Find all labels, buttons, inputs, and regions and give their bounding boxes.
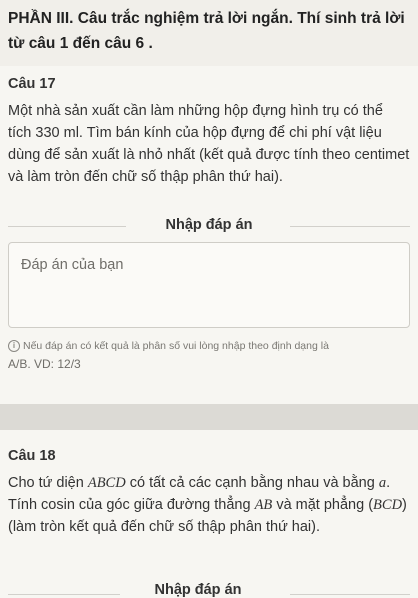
q18-text-part: Cho tứ diện: [8, 475, 88, 491]
enter-answer-label: Nhập đáp án: [154, 582, 242, 598]
enter-answer-label: Nhập đáp án: [165, 217, 253, 233]
question-17-card: Câu 17 Một nhà sản xuất cần làm những hộ…: [0, 66, 418, 404]
question-17-label: Câu 17: [8, 76, 56, 92]
q18-math-abcd: ABCD: [87, 475, 126, 491]
q18-math-ab: AB: [254, 497, 273, 513]
divider-right: [290, 594, 410, 595]
q18-math-bcd: BCD: [373, 497, 403, 513]
question-18-card: Câu 18 Cho tứ diện ABCD có tất cả các cạ…: [0, 430, 418, 598]
q18-text-part: có tất cả các cạnh bằng nhau và bằng: [125, 475, 379, 491]
question-17-text: Một nhà sản xuất cần làm những hộp đựng …: [8, 103, 410, 185]
q18-text-part: và mặt phẳng (: [272, 497, 374, 513]
q18-math-a: a: [378, 475, 387, 491]
question-18-text: Cho tứ diện ABCD có tất cả các cạnh bằng…: [8, 472, 410, 538]
divider-left: [8, 594, 120, 595]
format-hint: i Nếu đáp án có kết quả là phân số vui lò…: [8, 338, 410, 372]
divider-right: [290, 226, 410, 227]
exam-page: PHẦN III. Câu trắc nghiệm trả lời ngắn. …: [0, 0, 418, 598]
info-icon: i: [8, 340, 20, 352]
format-hint-line1: Nếu đáp án có kết quả là phân số vui lòn…: [23, 340, 329, 352]
format-hint-line2: A/B. VD: 12/3: [8, 357, 81, 371]
card-separator: [0, 404, 418, 430]
section-title: PHẦN III. Câu trắc nghiệm trả lời ngắn. …: [8, 10, 405, 52]
divider-left: [8, 226, 126, 227]
answer-input-box[interactable]: Đáp án của bạn: [8, 242, 410, 328]
question-18-label: Câu 18: [8, 448, 56, 464]
answer-input-placeholder[interactable]: Đáp án của bạn: [21, 257, 123, 273]
